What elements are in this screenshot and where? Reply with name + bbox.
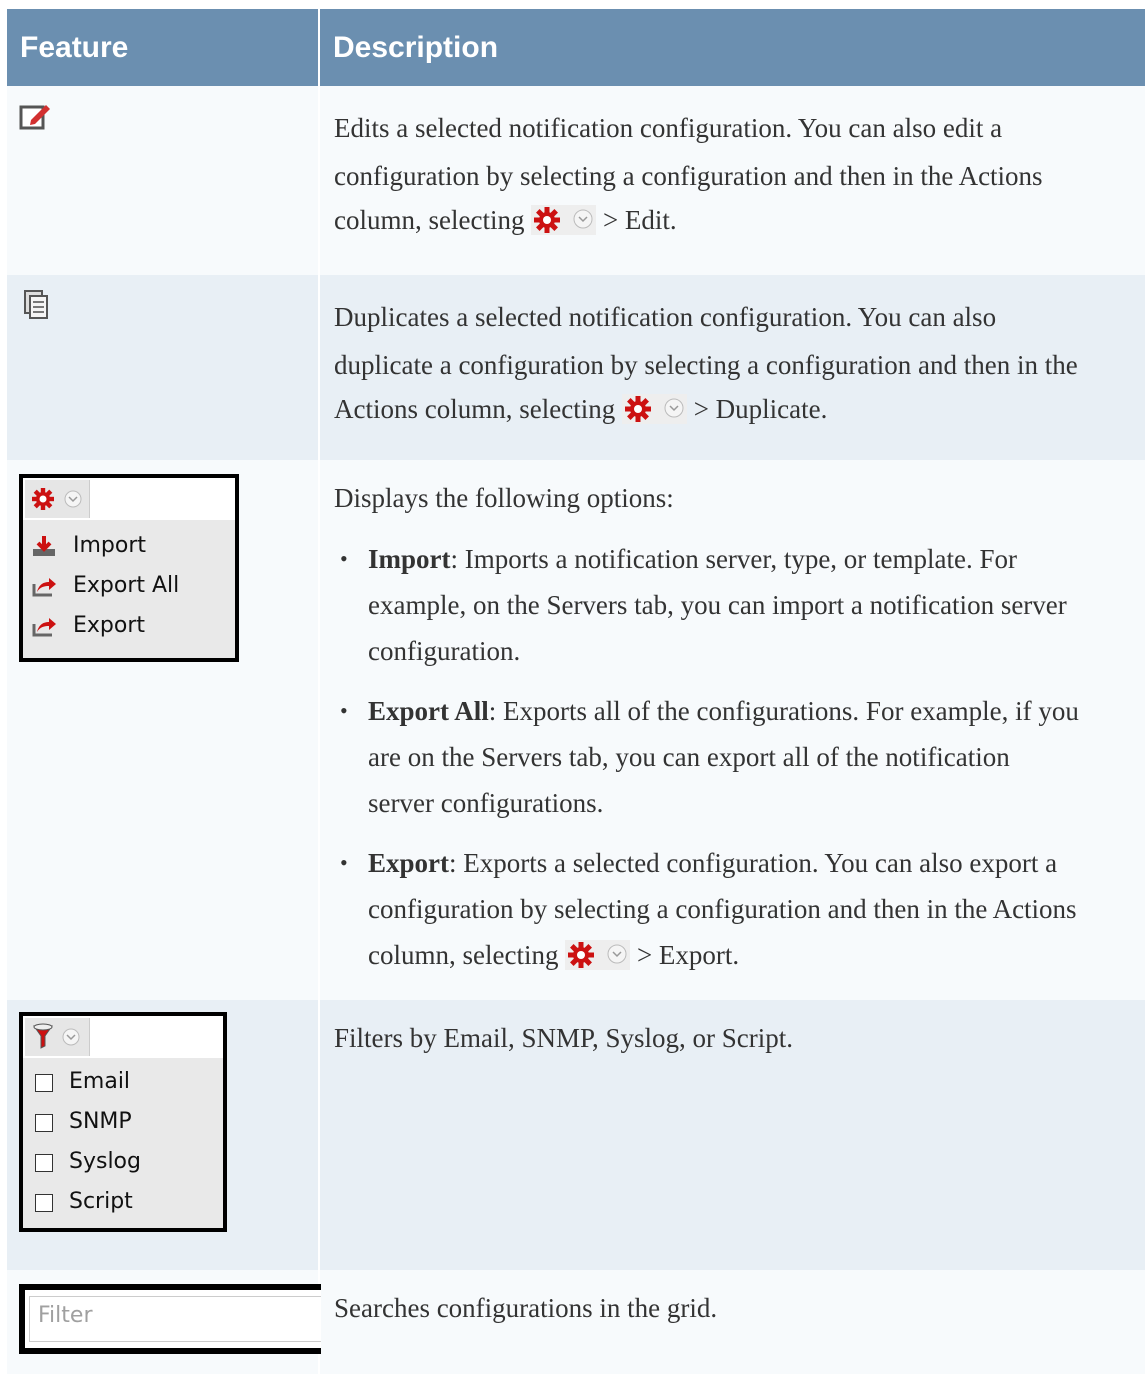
table-row-duplicate: Duplicates a selected notification confi… <box>7 275 1145 460</box>
filter-option-snmp[interactable]: SNMP <box>23 1102 223 1142</box>
duplicate-desc-end: > Duplicate. <box>693 394 828 424</box>
import-icon <box>33 536 55 556</box>
checkbox-script[interactable] <box>35 1194 53 1212</box>
menu-item-export-label: Export <box>73 613 146 638</box>
gear-icon <box>32 488 82 510</box>
feature-table: Feature Description Edits a selected not… <box>7 9 1145 1374</box>
duplicate-icon[interactable] <box>23 289 53 321</box>
filter-option-email[interactable]: Email <box>23 1062 223 1102</box>
duplicate-desc-line3: Actions column, selecting <box>334 394 616 424</box>
edit-desc-line1: Edits a selected notification configurat… <box>334 113 1003 143</box>
table-row-filter: Email SNMP Syslog Script Filters by Emai… <box>7 1000 1145 1270</box>
checkbox-email[interactable] <box>35 1074 53 1092</box>
menu-item-export[interactable]: Export <box>23 606 235 646</box>
gear-dropdown-icon <box>621 393 687 424</box>
filter-option-script[interactable]: Script <box>23 1182 223 1222</box>
search-placeholder: Filter <box>38 1303 93 1328</box>
list-item: Export All: Exports all of the configura… <box>334 688 1145 826</box>
gear-dropdown-icon <box>531 204 597 235</box>
edit-desc-end: > Edit. <box>602 205 677 235</box>
actions-options-list: Import: Imports a notification server, t… <box>334 536 1145 978</box>
edit-icon[interactable] <box>19 102 53 132</box>
actions-menu-button[interactable] <box>25 480 90 518</box>
filter-icon <box>33 1023 80 1049</box>
filter-menu: Email SNMP Syslog Script <box>19 1012 227 1232</box>
header-feature: Feature <box>7 9 320 86</box>
table-row-search: Filter Searches configurations in the gr… <box>7 1270 1145 1374</box>
menu-item-export-all-label: Export All <box>73 573 180 598</box>
table-row-edit: Edits a selected notification configurat… <box>7 86 1145 275</box>
export-icon <box>32 618 56 637</box>
list-item: Import: Imports a notification server, t… <box>334 536 1145 674</box>
menu-item-import-label: Import <box>73 533 147 558</box>
menu-item-export-all[interactable]: Export All <box>23 566 235 606</box>
checkbox-snmp[interactable] <box>35 1114 53 1132</box>
export-icon <box>32 578 56 597</box>
filter-desc: Filters by Email, SNMP, Syslog, or Scrip… <box>334 1023 794 1053</box>
filter-menu-button[interactable] <box>25 1018 90 1056</box>
search-desc: Searches configurations in the grid. <box>334 1293 718 1323</box>
checkbox-syslog[interactable] <box>35 1154 53 1172</box>
menu-item-import[interactable]: Import <box>23 526 235 566</box>
table-header: Feature Description <box>7 9 1145 86</box>
gear-dropdown-icon <box>565 939 631 970</box>
actions-intro: Displays the following options: <box>334 483 674 513</box>
edit-desc-line2: configuration by selecting a configurati… <box>334 161 1043 191</box>
header-description: Description <box>333 31 499 64</box>
edit-desc-line3: column, selecting <box>334 205 525 235</box>
filter-option-syslog[interactable]: Syslog <box>23 1142 223 1182</box>
search-input[interactable]: Filter <box>19 1284 321 1354</box>
actions-menu: Import Export All Export <box>19 474 239 662</box>
duplicate-desc-line1: Duplicates a selected notification confi… <box>334 302 997 332</box>
table-row-actions: Import Export All Export Displays the fo… <box>7 460 1145 1000</box>
list-item: Export: Exports a selected configuration… <box>334 840 1145 978</box>
duplicate-desc-line2: duplicate a configuration by selecting a… <box>334 350 1078 380</box>
